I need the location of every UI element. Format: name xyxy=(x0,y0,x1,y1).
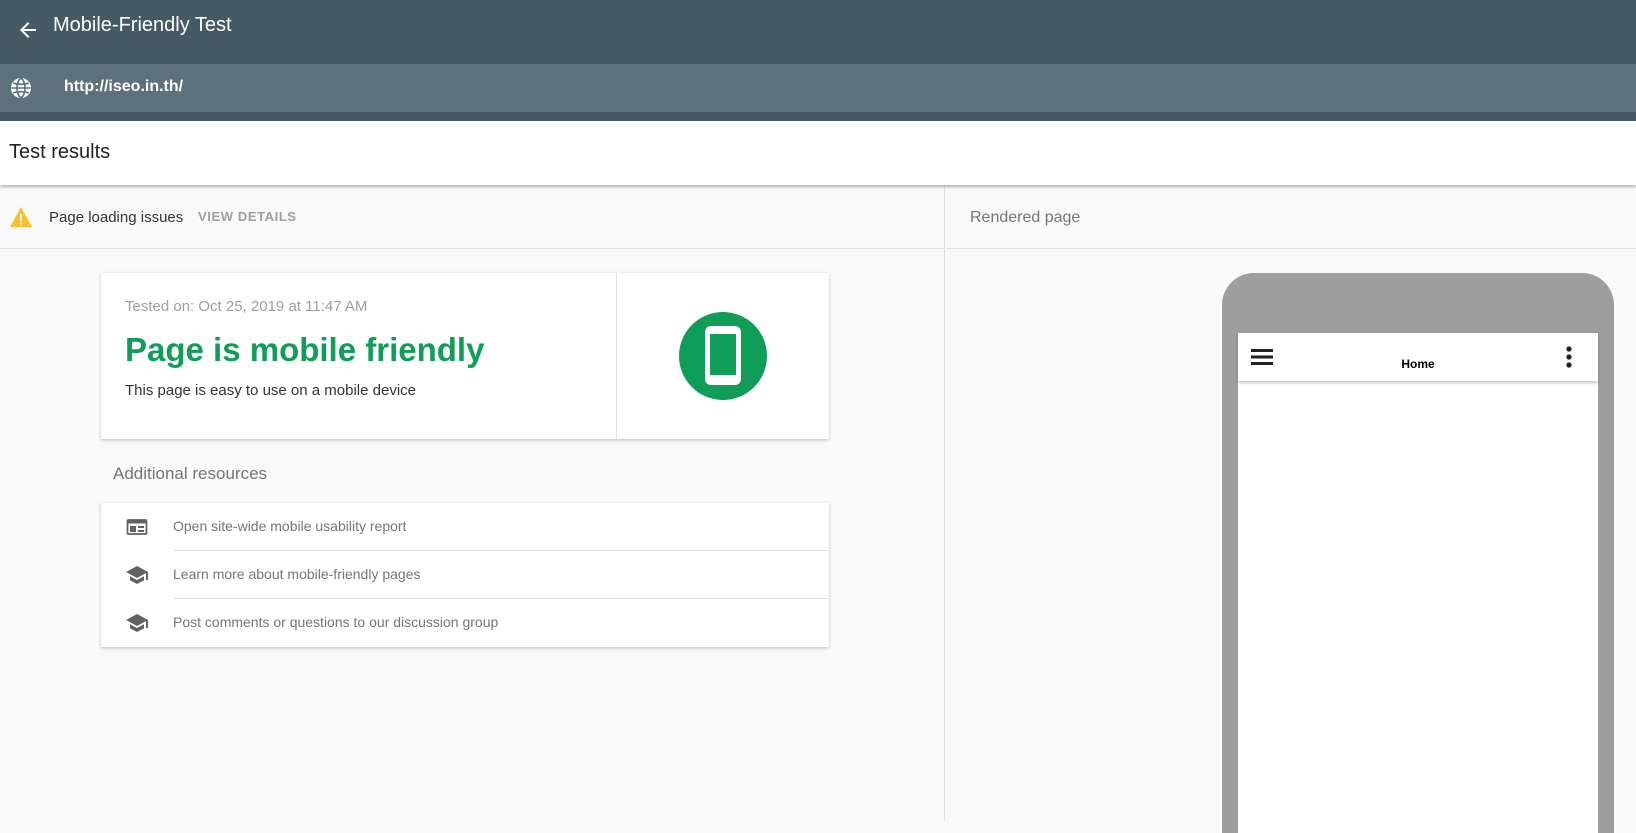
resource-label: Post comments or questions to our discus… xyxy=(173,614,499,630)
school-icon xyxy=(126,566,148,584)
back-button[interactable] xyxy=(8,10,48,50)
resource-label: Open site-wide mobile usability report xyxy=(173,518,407,534)
resource-discussion-group[interactable]: Post comments or questions to our discus… xyxy=(101,599,829,647)
globe-icon xyxy=(11,78,31,98)
result-card: Tested on: Oct 25, 2019 at 11:47 AM Page… xyxy=(101,273,829,439)
school-icon xyxy=(126,614,148,632)
card-divider xyxy=(616,273,617,439)
phone-frame: Home xyxy=(1222,273,1614,833)
smartphone-icon xyxy=(679,312,767,400)
rendered-screenshot: Home xyxy=(1238,333,1598,833)
divider xyxy=(946,248,1636,249)
tested-on-date: Tested on: Oct 25, 2019 at 11:47 AM xyxy=(125,298,368,315)
issues-text: Page loading issues xyxy=(49,209,184,226)
page-loading-issues-row: Page loading issues VIEW DETAILS xyxy=(0,185,945,249)
arrow-back-icon xyxy=(20,22,36,38)
app-title: Mobile-Friendly Test xyxy=(53,14,232,36)
additional-resources-title: Additional resources xyxy=(113,464,268,483)
tested-url[interactable]: http://iseo.in.th/ xyxy=(64,78,183,96)
warning-icon xyxy=(10,207,32,227)
resource-label: Learn more about mobile-friendly pages xyxy=(173,566,421,582)
url-bar-edge xyxy=(0,112,1636,121)
resource-learn-more[interactable]: Learn more about mobile-friendly pages xyxy=(101,551,829,599)
web-layout-icon xyxy=(126,519,148,535)
resource-usability-report[interactable]: Open site-wide mobile usability report xyxy=(101,503,829,551)
results-title: Test results xyxy=(9,141,111,163)
verdict-heading: Page is mobile friendly xyxy=(125,331,485,368)
verdict-description: This page is easy to use on a mobile dev… xyxy=(125,382,416,399)
rendered-page-label: Rendered page xyxy=(970,209,1081,226)
app-header: Mobile-Friendly Test xyxy=(0,0,1636,64)
view-details-button[interactable]: VIEW DETAILS xyxy=(198,209,297,224)
preview-title: Home xyxy=(1401,357,1435,371)
preview-toolbar: Home xyxy=(1238,333,1598,381)
url-bar: http://iseo.in.th/ xyxy=(0,64,1636,112)
results-header: Test results xyxy=(0,121,1636,185)
more-vert-icon xyxy=(1566,346,1572,368)
rendered-pane: Rendered page Home xyxy=(946,185,1636,833)
results-pane: Page loading issues VIEW DETAILS Tested … xyxy=(0,185,945,821)
resources-list: Open site-wide mobile usability report L… xyxy=(101,503,829,647)
